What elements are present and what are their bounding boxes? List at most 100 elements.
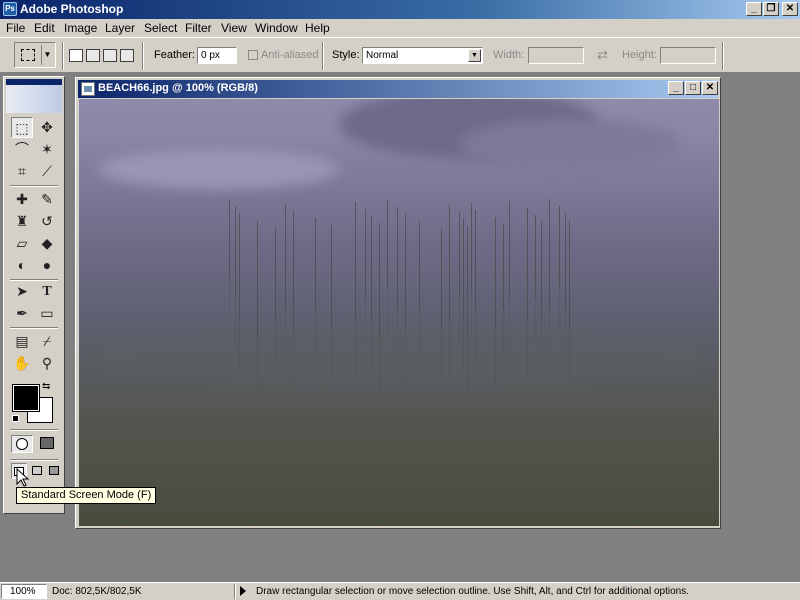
height-label: Height: xyxy=(622,49,657,61)
lasso-tool[interactable]: ⌒ xyxy=(11,139,33,160)
menu-help[interactable]: Help xyxy=(305,21,330,35)
menu-edit[interactable]: Edit xyxy=(34,21,55,35)
stamp-tool[interactable]: ♜ xyxy=(11,211,33,232)
anti-aliased-checkbox[interactable] xyxy=(248,50,258,60)
menu-file[interactable]: File xyxy=(6,21,25,35)
close-button[interactable]: ✕ xyxy=(782,2,798,16)
rectangle-tool[interactable]: ▭ xyxy=(36,303,58,324)
doc-maximize-button[interactable]: □ xyxy=(685,81,701,95)
image-document-icon[interactable] xyxy=(81,82,95,96)
divider xyxy=(62,42,64,70)
swap-icon[interactable]: ⇄ xyxy=(597,47,608,63)
reed xyxy=(405,214,406,329)
blur-tool[interactable]: ◐ xyxy=(11,255,33,276)
options-bar: ▼ Feather: 0 px Anti-aliased Style: Norm… xyxy=(0,37,800,73)
reed xyxy=(541,222,542,319)
path-selection-tool[interactable]: ➤ xyxy=(11,281,33,302)
menu-window[interactable]: Window xyxy=(255,21,298,35)
paint-bucket-tool[interactable]: ◆ xyxy=(36,233,58,254)
magic-wand-tool[interactable]: ✶ xyxy=(36,139,58,160)
adobe-feather-logo[interactable] xyxy=(6,85,62,113)
window-icon xyxy=(32,466,42,475)
divider xyxy=(722,42,724,70)
marquee-tool[interactable]: ⬚ xyxy=(11,117,33,138)
eyedropper-tool[interactable]: ⌿ xyxy=(36,331,58,352)
zoom-field[interactable]: 100% xyxy=(1,584,47,599)
reed-reflection xyxy=(365,299,366,344)
status-message: Draw rectangular selection or move selec… xyxy=(256,586,689,597)
move-tool[interactable]: ✥ xyxy=(36,117,58,138)
reed xyxy=(315,218,316,309)
history-brush-tool[interactable]: ↺ xyxy=(36,211,58,232)
app-title-bar[interactable]: Ps Adobe Photoshop _ ❐ ✕ xyxy=(0,0,800,19)
reed xyxy=(293,211,294,329)
menu-view[interactable]: View xyxy=(221,21,247,35)
type-tool[interactable]: T xyxy=(36,281,58,302)
reed xyxy=(239,213,240,319)
reed-reflection xyxy=(235,299,236,346)
reed-reflection xyxy=(239,319,240,372)
reed-reflection xyxy=(459,299,460,343)
photoshop-icon[interactable]: Ps xyxy=(3,2,17,16)
mask-icon xyxy=(40,437,54,449)
crop-tool[interactable]: ⌗ xyxy=(11,161,33,182)
circle-icon xyxy=(16,438,28,450)
minimize-button[interactable]: _ xyxy=(746,2,762,16)
reed xyxy=(503,224,504,309)
quick-mask-button[interactable] xyxy=(36,435,58,453)
chevron-down-icon: ▼ xyxy=(468,49,481,62)
restore-button[interactable]: ❐ xyxy=(763,2,779,16)
tool-preset-picker[interactable]: ▼ xyxy=(14,42,56,68)
full-screen-menu-mode-button[interactable] xyxy=(29,463,45,479)
reed-reflection xyxy=(419,309,420,353)
reed xyxy=(229,199,230,279)
reed-reflection xyxy=(387,289,388,334)
slice-tool[interactable]: ⟋ xyxy=(36,161,58,182)
reed xyxy=(459,212,460,299)
status-menu-arrow-icon[interactable] xyxy=(240,586,246,596)
doc-minimize-button[interactable]: _ xyxy=(668,81,684,95)
brush-tool[interactable]: ✎ xyxy=(36,189,58,210)
new-selection-button[interactable] xyxy=(69,49,83,62)
reed-reflection xyxy=(285,309,286,362)
image-canvas[interactable] xyxy=(79,99,719,526)
hand-tool[interactable]: ✋ xyxy=(11,353,33,374)
add-selection-button[interactable] xyxy=(86,49,100,62)
reed-reflection xyxy=(371,319,372,371)
pen-tool[interactable]: ✒ xyxy=(11,303,33,324)
subtract-selection-button[interactable] xyxy=(103,49,117,62)
height-input[interactable] xyxy=(660,47,716,64)
document-title: BEACH66.jpg @ 100% (RGB/8) xyxy=(98,82,258,94)
reed xyxy=(463,219,464,319)
document-title-bar[interactable]: BEACH66.jpg @ 100% (RGB/8) _ □ ✕ xyxy=(78,80,718,98)
dodge-tool[interactable]: ● xyxy=(36,255,58,276)
divider xyxy=(322,42,324,70)
notes-tool[interactable]: ▤ xyxy=(11,331,33,352)
feather-input[interactable]: 0 px xyxy=(197,47,237,64)
reed-reflection xyxy=(275,319,276,365)
style-select[interactable]: Normal ▼ xyxy=(362,47,483,64)
menu-image[interactable]: Image xyxy=(64,21,97,35)
full-screen-mode-button[interactable] xyxy=(46,463,62,479)
reed xyxy=(535,215,536,299)
menu-layer[interactable]: Layer xyxy=(105,21,135,35)
swap-colors-icon[interactable]: ⇆ xyxy=(42,381,50,392)
default-colors-icon[interactable] xyxy=(12,415,19,422)
doc-close-button[interactable]: ✕ xyxy=(702,81,718,95)
menu-filter[interactable]: Filter xyxy=(185,21,212,35)
foreground-color-swatch[interactable] xyxy=(12,384,40,412)
reed xyxy=(275,227,276,319)
width-input[interactable] xyxy=(528,47,584,64)
eraser-tool[interactable]: ▱ xyxy=(11,233,33,254)
zoom-tool[interactable]: ⚲ xyxy=(36,353,58,374)
menu-select[interactable]: Select xyxy=(144,21,177,35)
reed xyxy=(471,203,472,289)
intersect-selection-button[interactable] xyxy=(120,49,134,62)
reed-reflection xyxy=(541,319,542,368)
marquee-icon xyxy=(21,49,35,61)
horizon-haze xyxy=(79,329,719,389)
divider xyxy=(234,584,236,599)
reed xyxy=(559,206,560,289)
standard-mode-button[interactable] xyxy=(11,435,33,453)
healing-brush-tool[interactable]: ✚ xyxy=(11,189,33,210)
